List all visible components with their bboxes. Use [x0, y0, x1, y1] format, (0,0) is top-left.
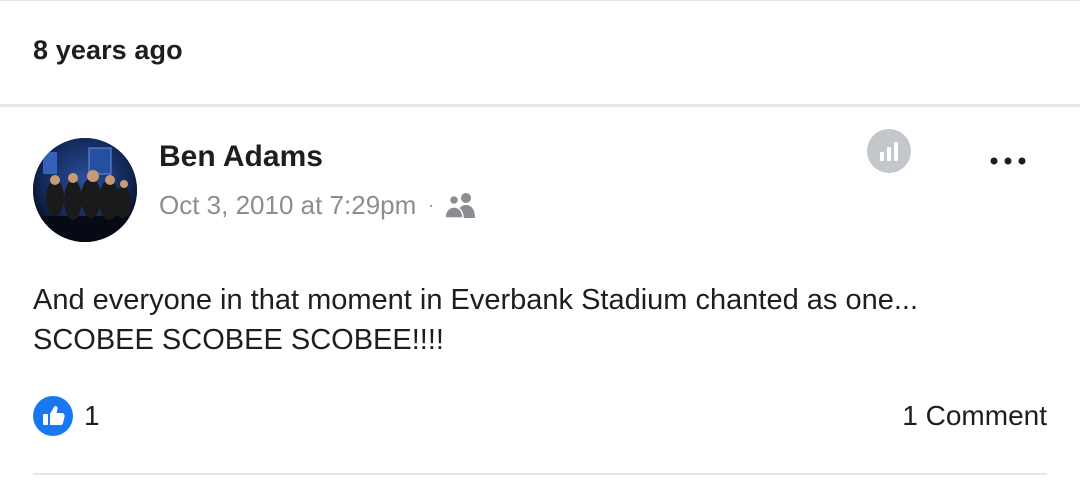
section-separator — [0, 104, 1080, 107]
footer-divider — [33, 473, 1047, 475]
avatar[interactable] — [33, 138, 137, 242]
meta-separator: · — [428, 194, 435, 215]
memory-label: 8 years ago — [33, 35, 183, 65]
post-text-line: SCOBEE SCOBEE SCOBEE!!!! — [33, 324, 444, 356]
more-options-icon[interactable] — [986, 148, 1034, 174]
reaction-count[interactable]: 1 — [84, 400, 100, 432]
memory-header: 8 years ago — [0, 0, 1080, 104]
avatar-photo — [33, 138, 137, 242]
insights-icon[interactable] — [867, 129, 911, 173]
post-timestamp[interactable]: Oct 3, 2010 at 7:29pm — [159, 190, 416, 221]
friends-icon[interactable] — [444, 191, 478, 219]
post-text-line: And everyone in that moment in Everbank … — [33, 284, 919, 316]
post-meta: Oct 3, 2010 at 7:29pm · — [159, 189, 478, 221]
like-icon[interactable] — [33, 396, 73, 436]
author-name[interactable]: Ben Adams — [159, 140, 323, 174]
post-text: And everyone in that moment in Everbank … — [33, 280, 1043, 360]
comment-count[interactable]: 1 Comment — [902, 400, 1047, 432]
